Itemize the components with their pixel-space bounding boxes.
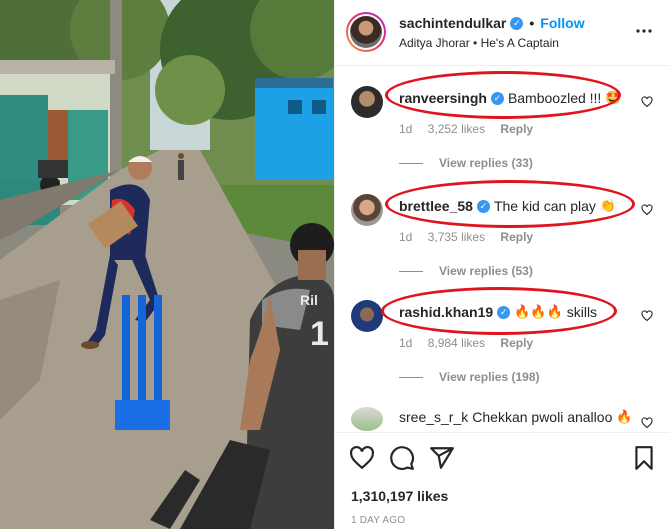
commenter-avatar[interactable] [351,86,383,118]
comment-meta: 1d 8,984 likes Reply [399,336,545,350]
comment-text: The kid can play [493,198,596,214]
street-cricket-scene: Ril 1 [0,0,334,529]
comment-like-heart-icon[interactable] [641,96,653,108]
separator-dot: • [529,15,535,31]
comment-icon[interactable] [389,445,415,471]
comment-meta: 1d 3,252 likes Reply [399,122,545,136]
comment-emoji: 🔥🔥🔥 [514,304,563,319]
more-options-icon[interactable] [635,28,653,34]
view-replies-label: View replies (198) [439,370,540,384]
author-username[interactable]: sachintendulkar [399,15,506,31]
jersey-text: Ril [300,292,318,308]
reply-button[interactable]: Reply [500,230,533,244]
reply-button[interactable]: Reply [500,122,533,136]
view-replies-label: View replies (33) [439,156,533,170]
comment-emoji: 🤩 [605,90,622,105]
commenter-avatar[interactable] [351,407,383,431]
comment-username[interactable]: sree_s_r_k [399,409,468,425]
comment-username[interactable]: ranveersingh [399,90,487,106]
verified-icon: ✓ [497,305,511,319]
comment-username[interactable]: rashid.khan19 [399,304,493,320]
post-timestamp[interactable]: 1 DAY AGO [351,515,405,526]
comment-text: Bamboozled !!! [507,90,602,106]
author-line: sachintendulkar ✓ • Follow [399,15,585,31]
commenter-avatar[interactable] [351,194,383,226]
comment-like-heart-icon[interactable] [641,204,653,216]
post-sidebar: sachintendulkar ✓ • Follow Aditya Jhorar… [334,0,670,529]
comment-text: Chekkan pwoli analloo [472,409,613,425]
comment-likes[interactable]: 3,735 likes [428,230,485,244]
share-icon[interactable] [429,445,455,471]
comment-likes[interactable]: 8,984 likes [428,336,485,350]
audio-attribution[interactable]: Aditya Jhorar • He's A Captain [399,36,559,50]
author-avatar[interactable] [346,12,386,52]
follow-button[interactable]: Follow [540,15,584,31]
view-replies-button[interactable]: View replies (33) [399,156,533,170]
commenter-avatar[interactable] [351,300,383,332]
comment-body: ranveersingh ✓ Bamboozled !!! 🤩 [399,90,622,106]
view-replies-label: View replies (53) [439,264,533,278]
comment-body: sree_s_r_k Chekkan pwoli analloo 🔥 [399,409,633,425]
comment-text: skills [566,304,598,320]
likes-count[interactable]: 1,310,197 likes [351,488,448,504]
post-header: sachintendulkar ✓ • Follow Aditya Jhorar… [335,0,670,66]
comment-emoji: 👏 [599,198,617,213]
verified-icon: ✓ [510,16,524,30]
comment-body: rashid.khan19 ✓ 🔥🔥🔥 skills [399,304,597,320]
comment-time[interactable]: 1d [399,336,412,350]
view-replies-button[interactable]: View replies (53) [399,264,533,278]
jersey-number: 1 [310,315,329,353]
verified-icon: ✓ [476,199,490,213]
comment-like-heart-icon[interactable] [641,417,653,429]
post-photo[interactable]: Ril 1 [0,0,334,529]
view-replies-button[interactable]: View replies (198) [399,370,540,384]
comment-likes[interactable]: 3,252 likes [428,122,485,136]
verified-icon: ✓ [490,91,504,105]
reply-button[interactable]: Reply [500,336,533,350]
comment-username[interactable]: brettlee_58 [399,198,473,214]
post-actions-bar: 1,310,197 likes 1 DAY AGO [335,432,670,529]
comment-like-heart-icon[interactable] [641,310,653,322]
heart-icon[interactable] [349,445,375,471]
comment-meta: 1d 3,735 likes Reply [399,230,545,244]
comment-time[interactable]: 1d [399,230,412,244]
bookmark-icon[interactable] [631,445,657,471]
comment-body: brettlee_58 ✓ The kid can play 👏 [399,198,616,214]
comment-time[interactable]: 1d [399,122,412,136]
comment-emoji: 🔥 [616,409,633,424]
